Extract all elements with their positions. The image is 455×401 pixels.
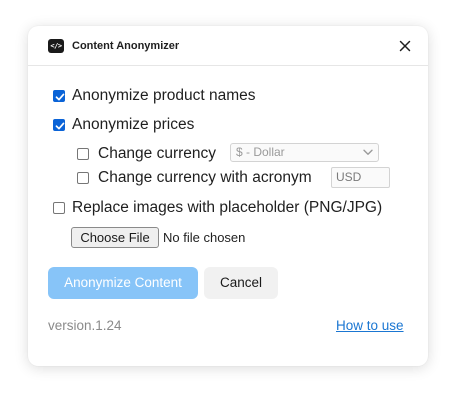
currency-acronym-label: Change currency with acronym	[98, 169, 312, 186]
close-icon	[399, 40, 411, 52]
product-names-checkbox[interactable]	[53, 90, 65, 102]
anonymizer-dialog: </> Content Anonymizer Anonymize product…	[28, 26, 428, 366]
cancel-button[interactable]: Cancel	[204, 267, 278, 299]
change-currency-checkbox[interactable]	[77, 148, 89, 160]
prices-checkbox[interactable]	[53, 119, 65, 131]
dialog-header: </> Content Anonymizer	[28, 26, 428, 66]
close-button[interactable]	[396, 37, 414, 55]
currency-select-value: $ - Dollar	[236, 145, 285, 159]
checkmark-icon	[55, 122, 65, 130]
currency-acronym-checkbox[interactable]	[77, 172, 89, 184]
replace-images-checkbox[interactable]	[53, 202, 65, 214]
chevron-down-icon	[363, 149, 373, 155]
dialog-title: Content Anonymizer	[72, 40, 180, 52]
replace-images-label: Replace images with placeholder (PNG/JPG…	[72, 199, 383, 216]
anonymize-content-button[interactable]: Anonymize Content	[48, 267, 198, 299]
file-status: No file chosen	[163, 230, 246, 245]
how-to-use-link[interactable]: How to use	[336, 318, 404, 334]
checkmark-icon	[55, 93, 65, 101]
version-label: version.1.24	[48, 318, 122, 333]
currency-select[interactable]: $ - Dollar	[230, 143, 379, 162]
change-currency-label: Change currency	[98, 145, 217, 162]
product-names-label: Anonymize product names	[72, 87, 256, 104]
choose-file-button[interactable]: Choose File	[71, 227, 159, 248]
currency-acronym-input[interactable]: USD	[331, 167, 390, 188]
prices-label: Anonymize prices	[72, 116, 195, 133]
code-icon: </>	[48, 39, 64, 53]
